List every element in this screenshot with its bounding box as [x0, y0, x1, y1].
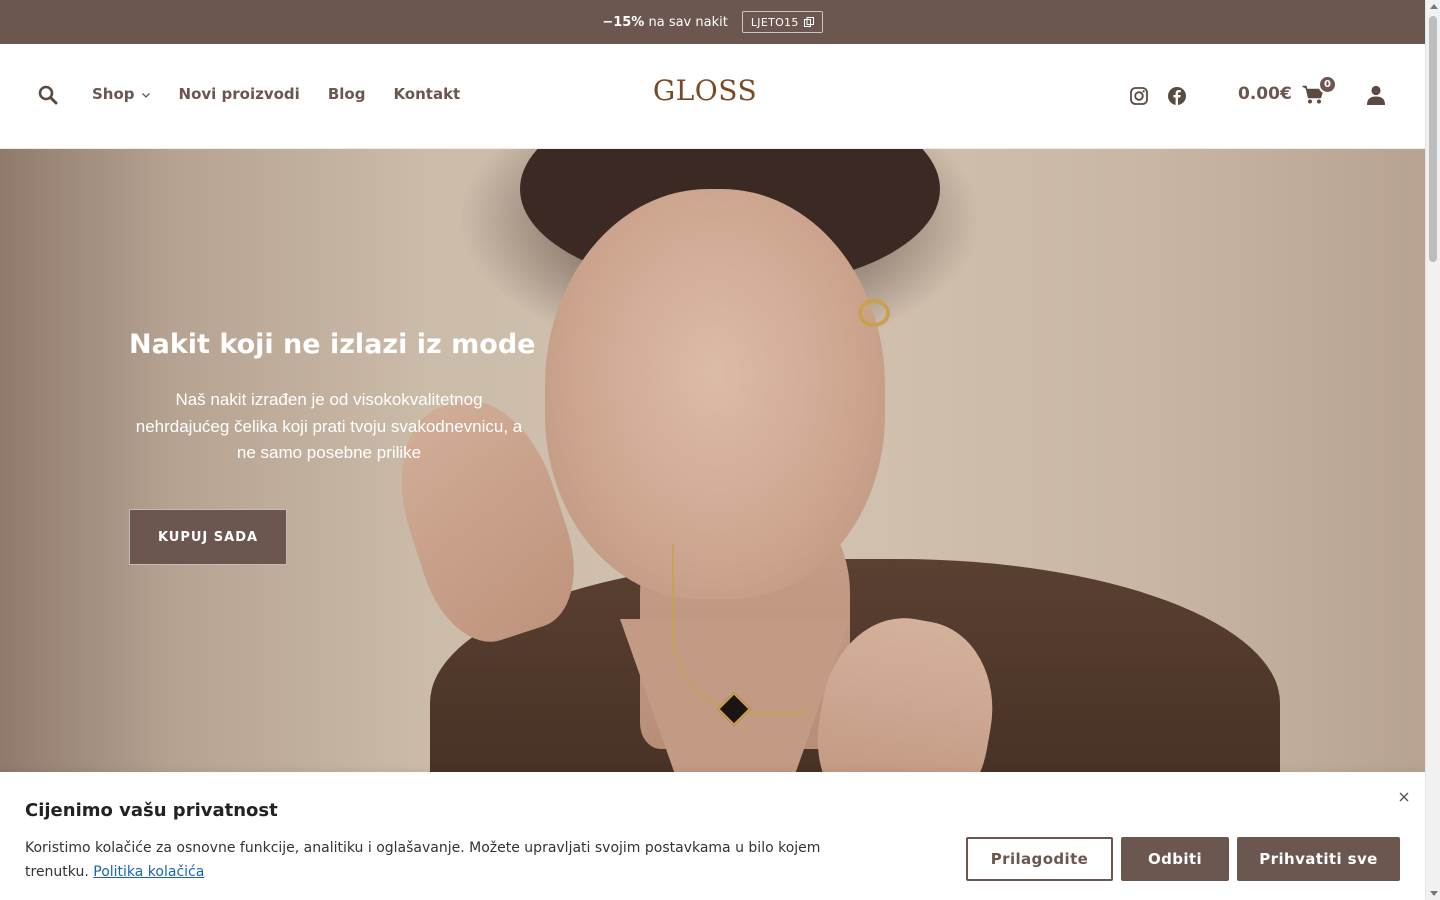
instagram-icon[interactable]	[1129, 86, 1149, 106]
announcement-bar: −15% na sav nakit LJETO15	[0, 0, 1425, 44]
hero-subtitle: Naš nakit izrađen je od visokokvalitetno…	[135, 390, 523, 462]
promo-discount: −15%	[602, 14, 645, 30]
scroll-down-arrow-icon[interactable]	[1430, 891, 1438, 896]
promo-text: na sav nakit	[648, 14, 728, 30]
accept-all-cookies-button[interactable]: Prihvatiti sve	[1237, 837, 1400, 881]
hero-image-earring	[858, 299, 890, 327]
hero-image-face	[545, 189, 885, 599]
cookie-title: Cijenimo vašu privatnost	[25, 800, 278, 821]
hero-title: Nakit koji ne izlazi iz mode	[129, 329, 536, 360]
site-header: Shop Novi proizvodi Blog Kontakt GLOSS 0…	[0, 44, 1425, 149]
scrollbar-thumb[interactable]	[1429, 16, 1437, 262]
shop-now-button[interactable]: KUPUJ SADA	[129, 509, 287, 565]
promo-message: −15% na sav nakit	[602, 15, 728, 30]
page: −15% na sav nakit LJETO15 Shop Novi proi…	[0, 0, 1425, 900]
coupon-code-button[interactable]: LJETO15	[741, 11, 823, 33]
hero-image-necklace	[672, 544, 812, 714]
hero-content: Nakit koji ne izlazi iz mode Naš nakit i…	[129, 329, 549, 467]
cart-count-badge: 0	[1318, 75, 1337, 94]
close-icon[interactable]	[1397, 790, 1411, 804]
scroll-up-arrow-icon[interactable]	[1430, 4, 1438, 9]
copy-icon	[803, 17, 814, 27]
coupon-code: LJETO15	[750, 15, 799, 29]
reject-cookies-button[interactable]: Odbiti	[1121, 837, 1229, 881]
page-scrollbar[interactable]	[1425, 0, 1440, 900]
user-icon[interactable]	[1366, 85, 1386, 105]
cookie-description: Koristimo kolačiće za osnovne funkcije, …	[25, 836, 825, 884]
cookie-policy-link[interactable]: Politika kolačića	[93, 864, 204, 880]
cookie-banner: Cijenimo vašu privatnost Koristimo kolač…	[0, 772, 1425, 900]
site-logo[interactable]: GLOSS	[0, 74, 1410, 107]
hero-banner: Nakit koji ne izlazi iz mode Naš nakit i…	[0, 149, 1425, 789]
facebook-icon[interactable]	[1167, 86, 1187, 106]
customize-cookies-button[interactable]: Prilagodite	[966, 837, 1113, 881]
cart-total[interactable]: 0.00€	[1238, 84, 1292, 104]
